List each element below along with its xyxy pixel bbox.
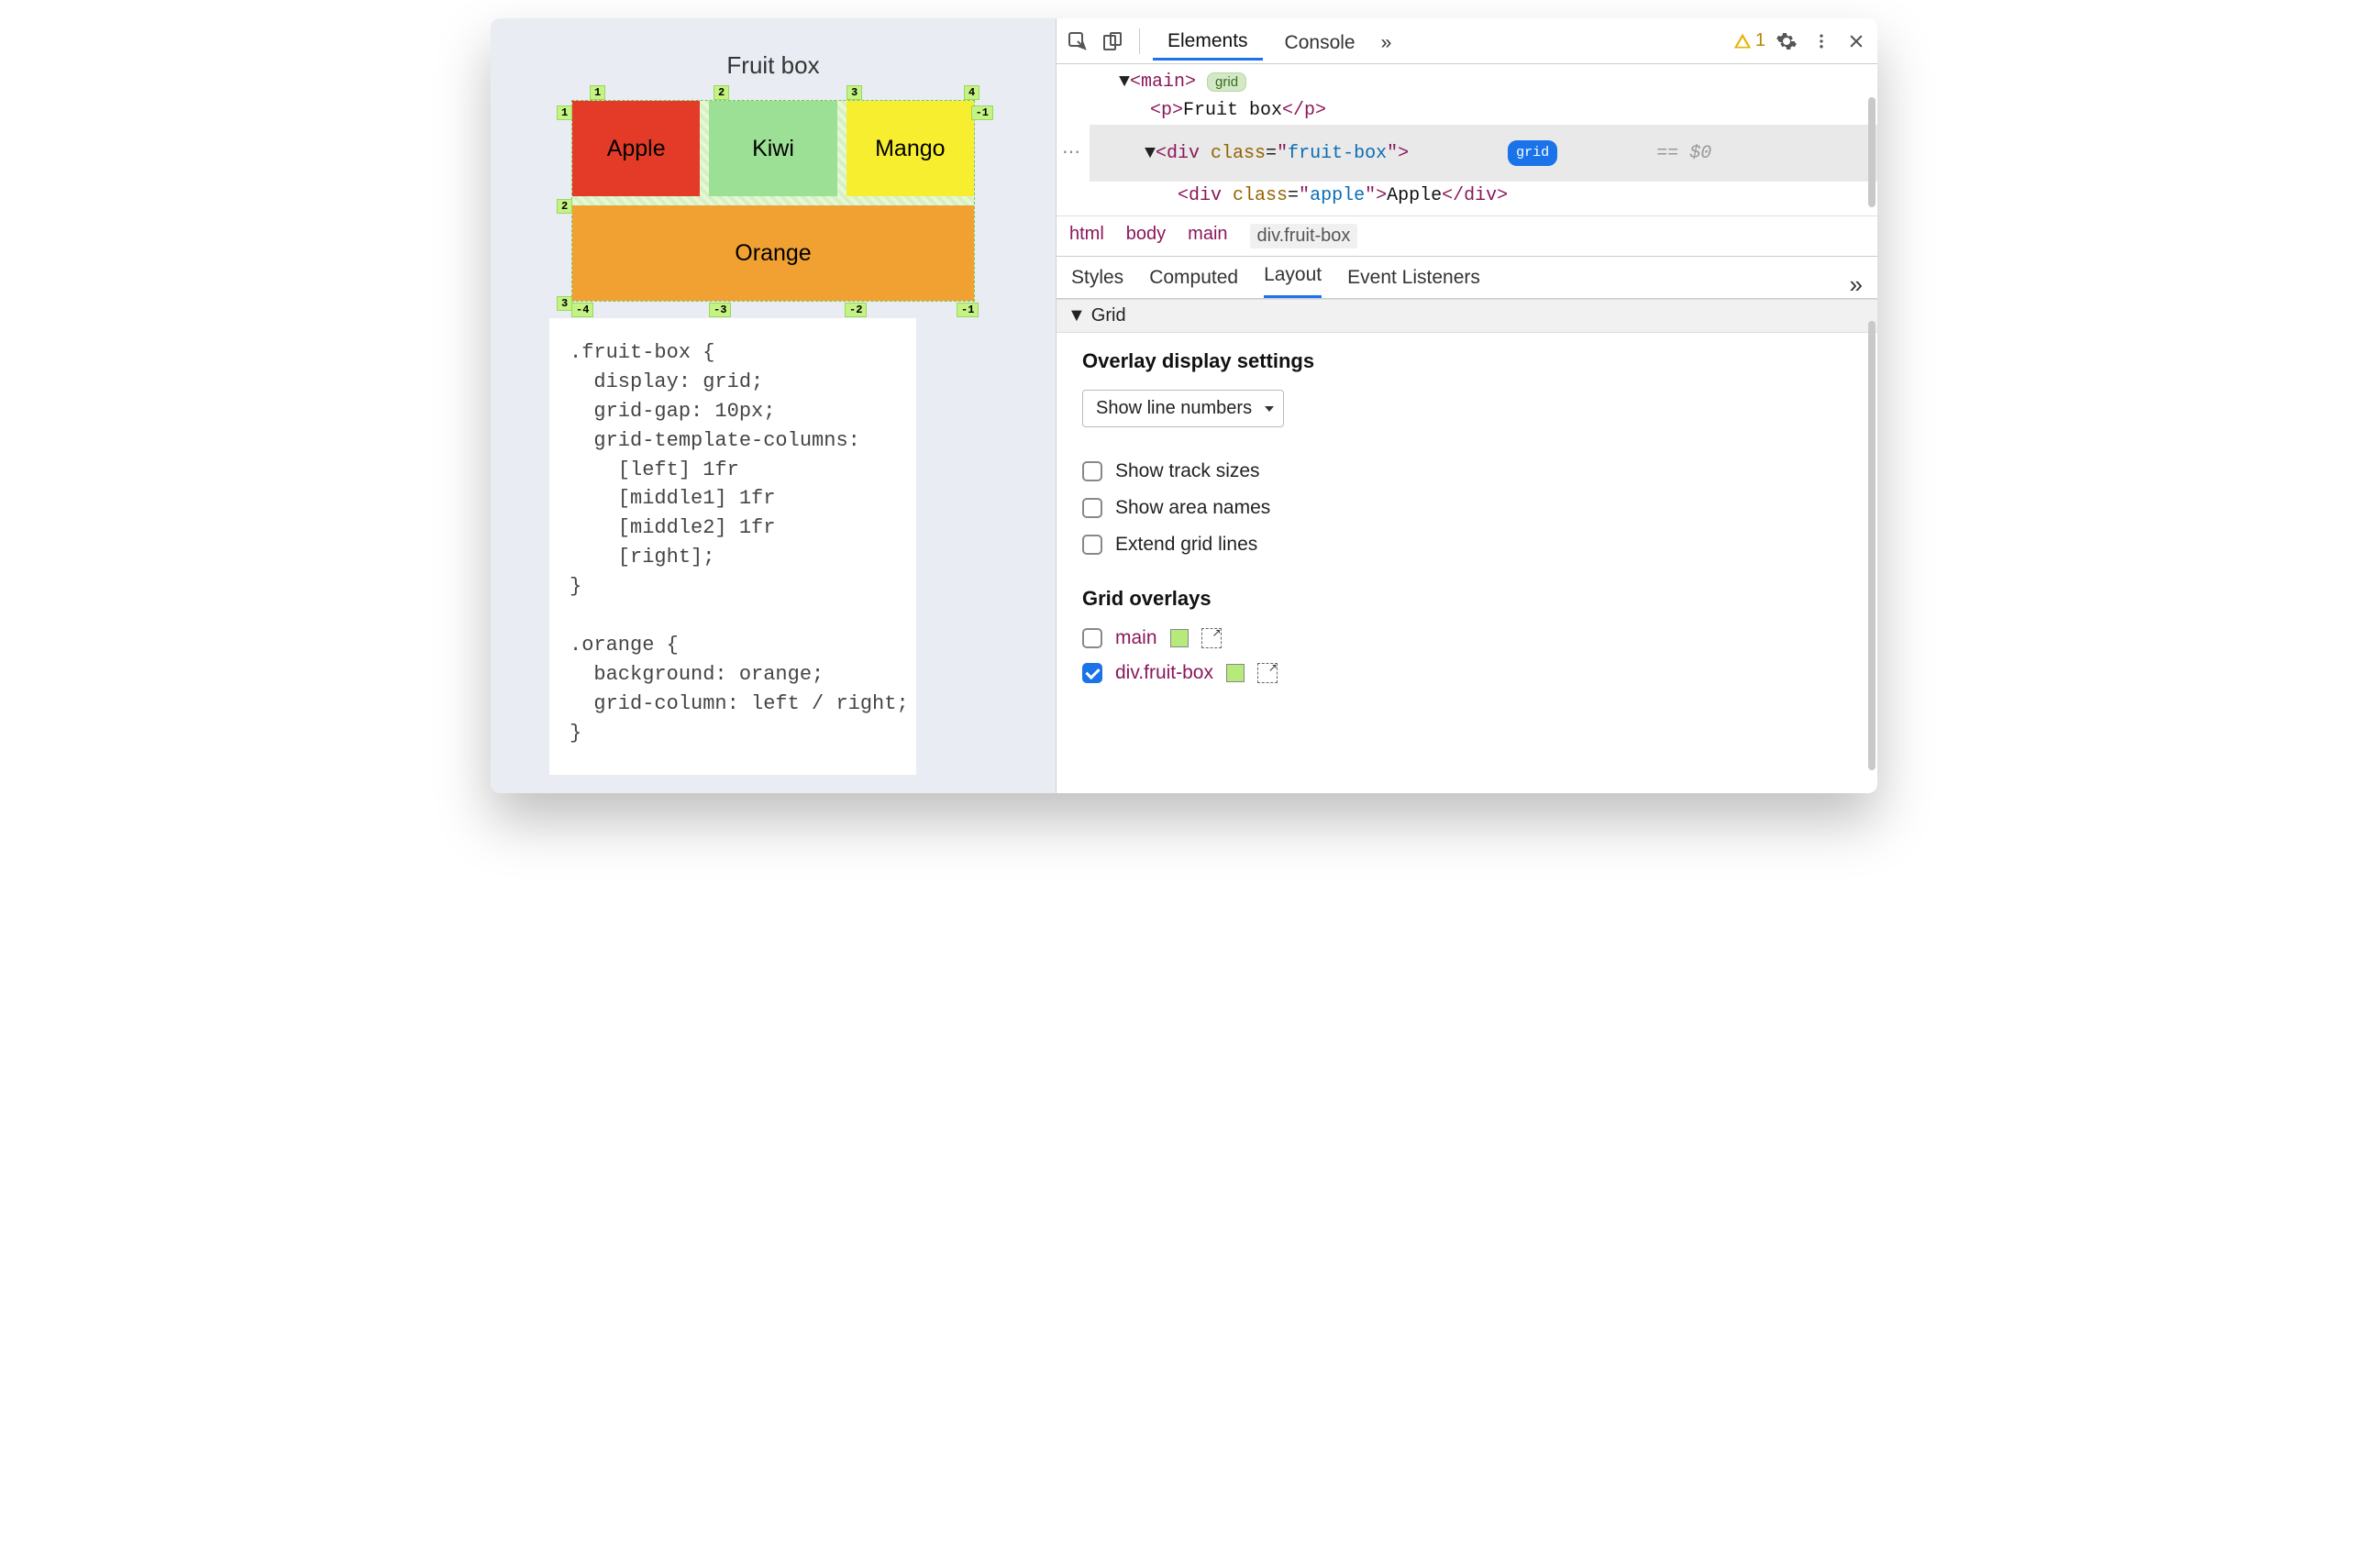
scrollbar[interactable] xyxy=(1868,321,1876,770)
overlay-item-fruit-box[interactable]: div.fruit-box xyxy=(1082,662,1852,684)
overlay-settings-heading: Overlay display settings xyxy=(1082,349,1852,373)
color-swatch[interactable] xyxy=(1170,629,1189,647)
warnings-count: 1 xyxy=(1755,30,1765,51)
warnings-badge[interactable]: 1 xyxy=(1733,30,1765,51)
tab-computed[interactable]: Computed xyxy=(1149,267,1238,298)
tab-layout[interactable]: Layout xyxy=(1264,264,1322,298)
tab-console[interactable]: Console xyxy=(1270,23,1370,60)
crumb-main[interactable]: main xyxy=(1188,224,1227,248)
cell-mango[interactable]: Mango xyxy=(847,101,974,196)
grid-line-number: -1 xyxy=(971,105,993,120)
side-panel-tabs: Styles Computed Layout Event Listeners » xyxy=(1057,257,1877,299)
grid-line-number: 2 xyxy=(714,85,729,100)
grid-badge[interactable]: grid xyxy=(1207,72,1246,92)
grid-line-number: 4 xyxy=(964,85,979,100)
kebab-menu-icon[interactable] xyxy=(1808,28,1835,55)
cell-orange[interactable]: Orange xyxy=(572,205,974,301)
css-code-block: .fruit-box { display: grid; grid-gap: 10… xyxy=(549,318,916,775)
scrollbar[interactable] xyxy=(1868,97,1876,207)
overlay-item-main[interactable]: main xyxy=(1082,627,1852,649)
checkbox-icon[interactable] xyxy=(1082,535,1102,555)
dom-selected-row[interactable]: ▼<div class="fruit-box"> grid == $0 xyxy=(1090,125,1877,182)
crumb-html[interactable]: html xyxy=(1069,224,1104,248)
breadcrumb[interactable]: html body main div.fruit-box xyxy=(1057,215,1877,257)
grid-line-number: 1 xyxy=(590,85,605,100)
grid-line-number: -1 xyxy=(957,303,979,317)
reveal-element-icon[interactable] xyxy=(1201,628,1222,648)
devtools-pane: Elements Console » 1 ▼<main> grid <p>Fru… xyxy=(1056,18,1877,793)
grid-overlay-wrapper: Apple Kiwi Mango Orange 1 2 3 4 1 2 3 -1… xyxy=(571,100,975,302)
checkbox-area-names[interactable]: Show area names xyxy=(1082,497,1852,519)
device-toolbar-icon[interactable] xyxy=(1099,28,1126,55)
app-window: Fruit box Apple Kiwi Mango Orange 1 2 3 … xyxy=(491,18,1877,793)
tab-event-listeners[interactable]: Event Listeners xyxy=(1347,267,1480,298)
checkbox-icon[interactable] xyxy=(1082,461,1102,481)
grid-line-number: -2 xyxy=(845,303,867,317)
grid-line-number: 3 xyxy=(557,296,572,311)
disclosure-triangle-icon[interactable]: ▼ xyxy=(1068,305,1086,326)
cell-apple[interactable]: Apple xyxy=(572,101,700,196)
page-title: Fruit box xyxy=(538,51,1008,80)
grid-line-number: 1 xyxy=(557,105,572,120)
grid-line-number: -3 xyxy=(709,303,731,317)
side-tabs-overflow[interactable]: » xyxy=(1850,280,1863,298)
crumb-fruit-box[interactable]: div.fruit-box xyxy=(1250,224,1358,248)
checkbox-track-sizes[interactable]: Show track sizes xyxy=(1082,460,1852,482)
line-numbers-select[interactable]: Show line numbers xyxy=(1082,390,1284,427)
crumb-body[interactable]: body xyxy=(1126,224,1166,248)
fruit-box-grid[interactable]: Apple Kiwi Mango Orange xyxy=(571,100,975,302)
grid-section-header[interactable]: ▼ Grid xyxy=(1057,299,1877,333)
close-icon[interactable] xyxy=(1842,28,1870,55)
overlay-settings-panel: Overlay display settings Show line numbe… xyxy=(1057,333,1877,713)
dom-tree[interactable]: ▼<main> grid <p>Fruit box</p> ▼<div clas… xyxy=(1057,64,1877,215)
grid-badge[interactable]: grid xyxy=(1508,140,1557,165)
tab-styles[interactable]: Styles xyxy=(1071,267,1123,298)
gear-icon[interactable] xyxy=(1773,28,1800,55)
grid-overlays-heading: Grid overlays xyxy=(1082,587,1852,611)
grid-line-number: -4 xyxy=(571,303,593,317)
devtools-toolbar: Elements Console » 1 xyxy=(1057,18,1877,64)
separator xyxy=(1139,28,1140,54)
checkbox-icon[interactable] xyxy=(1082,628,1102,648)
cell-kiwi[interactable]: Kiwi xyxy=(709,101,836,196)
tabs-overflow[interactable]: » xyxy=(1378,23,1407,60)
page-preview-pane: Fruit box Apple Kiwi Mango Orange 1 2 3 … xyxy=(491,18,1056,793)
grid-line-number: 2 xyxy=(557,199,572,214)
inspect-element-icon[interactable] xyxy=(1064,28,1091,55)
color-swatch[interactable] xyxy=(1226,664,1245,682)
checkbox-icon[interactable] xyxy=(1082,663,1102,683)
checkbox-icon[interactable] xyxy=(1082,498,1102,518)
tab-elements[interactable]: Elements xyxy=(1153,21,1263,61)
reveal-element-icon[interactable] xyxy=(1257,663,1278,683)
grid-line-number: 3 xyxy=(847,85,862,100)
checkbox-extend-lines[interactable]: Extend grid lines xyxy=(1082,534,1852,556)
